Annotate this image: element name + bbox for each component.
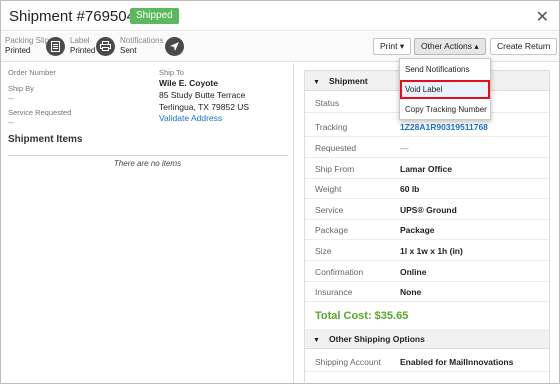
detail-value: — bbox=[400, 143, 409, 153]
detail-row-shipping-account: Shipping Account Enabled for MailInnovat… bbox=[305, 352, 549, 372]
detail-key: Requested bbox=[315, 143, 357, 153]
ship-to-name: Wile E. Coyote bbox=[159, 78, 218, 88]
shipment-items-title: Shipment Items bbox=[8, 134, 83, 145]
detail-key: Tracking bbox=[315, 122, 348, 132]
shipment-panel-title: Shipment bbox=[329, 76, 368, 86]
detail-key: Size bbox=[315, 246, 332, 256]
detail-key: Weight bbox=[315, 184, 342, 194]
ship-by-label: Ship By bbox=[8, 84, 34, 93]
tracking-link[interactable]: 1Z28A1R90319511768 bbox=[400, 122, 488, 132]
document-icon[interactable] bbox=[46, 37, 65, 56]
detail-row-tracking: Tracking 1Z28A1R90319511768 bbox=[305, 117, 549, 137]
detail-row-requested: Requested — bbox=[305, 138, 549, 158]
other-shipping-options-header[interactable]: ▼ Other Shipping Options bbox=[305, 329, 549, 349]
detail-value: 60 lb bbox=[400, 184, 420, 194]
detail-value: Package bbox=[400, 225, 435, 235]
chevron-down-icon: ▼ bbox=[313, 79, 320, 86]
detail-key: Package bbox=[315, 225, 349, 235]
detail-key: Shipping Account bbox=[315, 357, 381, 367]
label-value: Printed bbox=[70, 46, 96, 55]
total-cost: Total Cost: $35.65 bbox=[315, 310, 409, 322]
detail-key: Service bbox=[315, 205, 344, 215]
print-button[interactable]: Print ▾ bbox=[373, 38, 412, 55]
ship-by-value: -- bbox=[8, 93, 14, 103]
detail-value: Lamar Office bbox=[400, 164, 452, 174]
shipment-details-pane: Order Number Ship By -- Service Requeste… bbox=[1, 63, 294, 383]
notifications-label: Notifications bbox=[120, 36, 164, 45]
printer-icon[interactable] bbox=[96, 37, 115, 56]
detail-key: Ship From bbox=[315, 164, 355, 174]
detail-row-weight: Weight 60 lb bbox=[305, 179, 549, 199]
other-actions-button[interactable]: Other Actions ▴ bbox=[414, 38, 486, 55]
ship-to-label: Ship To bbox=[159, 68, 184, 77]
send-icon[interactable] bbox=[165, 37, 184, 56]
status-badge: Shipped bbox=[130, 8, 179, 24]
order-number-label: Order Number bbox=[8, 68, 56, 77]
detail-value: Online bbox=[400, 267, 427, 277]
detail-key: Insurance bbox=[315, 287, 353, 297]
validate-address-link[interactable]: Validate Address bbox=[159, 113, 222, 123]
notifications-value: Sent bbox=[120, 46, 137, 55]
detail-value: 1l x 1w x 1h (in) bbox=[400, 246, 463, 256]
menu-item-void-label[interactable]: Void Label bbox=[400, 80, 490, 99]
ship-to-city: Terlingua, TX 79852 US bbox=[159, 102, 250, 112]
detail-value: Enabled for MailInnovations bbox=[400, 357, 514, 367]
notifications-status: Notifications Sent bbox=[120, 36, 164, 56]
label-status: Label Printed bbox=[70, 36, 95, 56]
items-divider bbox=[8, 155, 288, 156]
detail-row-service: Service UPS® Ground bbox=[305, 200, 549, 220]
menu-item-copy-tracking-number[interactable]: Copy Tracking Number bbox=[400, 100, 490, 119]
service-requested-label: Service Requested bbox=[8, 108, 72, 117]
menu-item-send-notifications[interactable]: Send Notifications bbox=[400, 60, 490, 79]
detail-row-insurance: Insurance None bbox=[305, 282, 549, 302]
service-requested-value: -- bbox=[8, 117, 14, 127]
packing-slip-label: Packing Slip bbox=[5, 36, 50, 45]
detail-row-package: Package Package bbox=[305, 220, 549, 240]
packing-slip-status: Packing Slip Printed bbox=[5, 36, 49, 56]
modal-header: Shipment #76950499 Shipped ✕ bbox=[1, 1, 559, 31]
detail-value: None bbox=[400, 287, 422, 297]
label-label: Label bbox=[70, 36, 90, 45]
detail-row-size: Size 1l x 1w x 1h (in) bbox=[305, 241, 549, 261]
packing-slip-value: Printed bbox=[5, 46, 31, 55]
shipment-modal: Shipment #76950499 Shipped ✕ Packing Sli… bbox=[0, 0, 560, 384]
other-shipping-options-title: Other Shipping Options bbox=[329, 334, 425, 344]
create-return-button[interactable]: Create Return bbox=[490, 38, 558, 55]
detail-row-ship-from: Ship From Lamar Office bbox=[305, 159, 549, 179]
detail-value: UPS® Ground bbox=[400, 205, 457, 215]
detail-key: Confirmation bbox=[315, 267, 364, 277]
detail-row-confirmation: Confirmation Online bbox=[305, 262, 549, 282]
other-actions-menu: Send Notifications Void Label Copy Track… bbox=[399, 58, 491, 120]
ship-to-street: 85 Study Butte Terrace bbox=[159, 90, 246, 100]
empty-items-text: There are no items bbox=[113, 159, 182, 168]
detail-key: Status bbox=[315, 98, 340, 108]
close-icon[interactable]: ✕ bbox=[536, 7, 549, 27]
chevron-down-icon: ▼ bbox=[313, 337, 320, 344]
